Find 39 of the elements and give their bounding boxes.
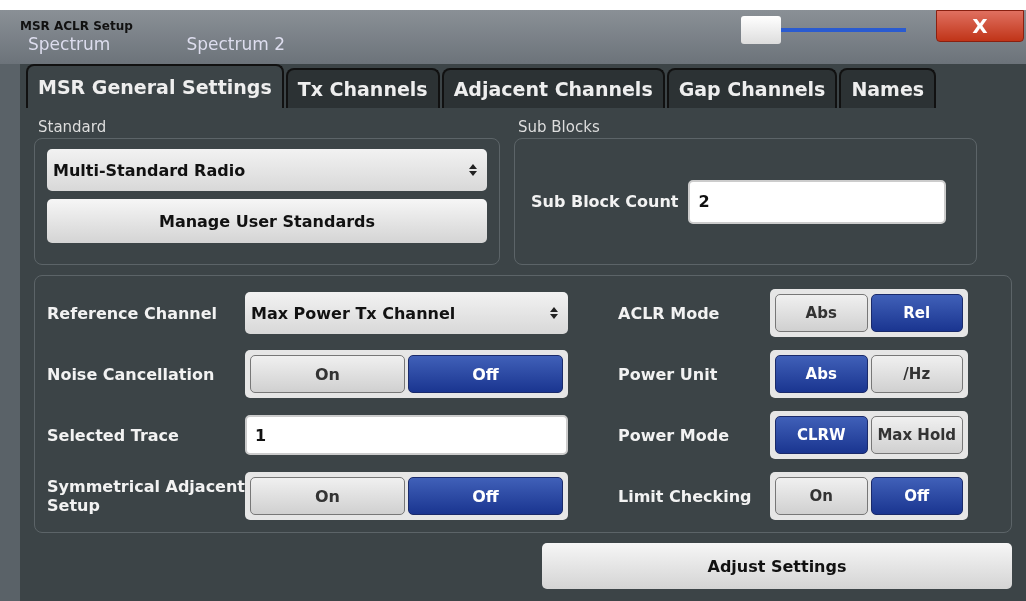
dropdown[interactable]: Multi-Standard Radio: [47, 149, 487, 191]
toggle-option[interactable]: /Hz: [870, 355, 963, 393]
setting-label: Power Unit: [618, 364, 719, 384]
toggle-option[interactable]: Abs: [775, 355, 868, 393]
slider-thumb[interactable]: [741, 16, 781, 44]
group-heading: Sub Blocks: [517, 117, 601, 138]
setting-label: Reference Channel: [47, 303, 219, 323]
setting-label: Symmetrical Adjacent Setup: [47, 477, 245, 515]
adjust-settings-button[interactable]: Adjust Settings: [542, 543, 1012, 589]
input-field[interactable]: 1: [245, 415, 568, 455]
manage-user-standards-button[interactable]: Manage User Standards: [47, 199, 487, 243]
tab[interactable]: Gap Channels: [666, 68, 838, 108]
toggle-option[interactable]: On: [250, 355, 405, 393]
setting-label: Sub Block Count: [531, 192, 679, 211]
toggle-option[interactable]: On: [775, 477, 868, 515]
tab[interactable]: Adjacent Channels: [441, 68, 665, 108]
close-button[interactable]: X: [936, 10, 1024, 42]
toggle-option[interactable]: Rel: [870, 294, 963, 332]
toggle-option[interactable]: Off: [408, 477, 563, 515]
tab[interactable]: Names: [839, 68, 937, 108]
toggle-option[interactable]: Off: [408, 355, 563, 393]
window-title: MSR ACLR Setup: [20, 20, 134, 33]
setting-label: Noise Cancellation: [47, 364, 216, 384]
tab[interactable]: MSR General Settings: [26, 64, 284, 108]
input-field[interactable]: 2: [688, 179, 947, 224]
toggle-option[interactable]: Off: [870, 477, 963, 515]
dropdown[interactable]: Max Power Tx Channel: [245, 292, 568, 334]
tab[interactable]: Tx Channels: [285, 68, 440, 108]
toggle-option[interactable]: Max Hold: [870, 416, 963, 454]
setting-label: Power Mode: [618, 425, 731, 445]
group-heading: Standard: [37, 117, 108, 138]
toggle-option[interactable]: CLRW: [775, 416, 868, 454]
toggle-option[interactable]: On: [250, 477, 405, 515]
setting-label: Limit Checking: [618, 486, 753, 506]
up-down-arrow-icon: [550, 307, 558, 319]
toggle-option[interactable]: Abs: [775, 294, 868, 332]
up-down-arrow-icon: [469, 164, 477, 176]
setting-label: ACLR Mode: [618, 303, 721, 323]
setting-label: Selected Trace: [47, 425, 180, 445]
